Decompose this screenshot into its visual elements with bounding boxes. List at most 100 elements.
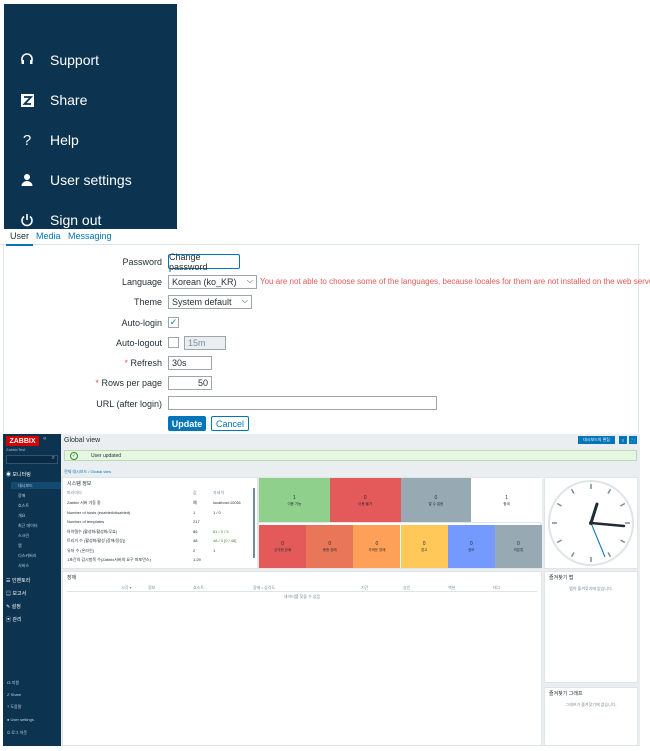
table-cell: 트리거 수 (활성화/활성 [장애/정상]) [67, 538, 126, 543]
problems-by-severity-widget: 0 심각한 장애 0 중증 장애 0 가벼운 장애 0 경고 0 정보 0 미분류 [258, 522, 542, 569]
breadcrumb[interactable]: 전체 대시보드 / Global view [64, 469, 111, 475]
menu-item-label: Help [50, 132, 79, 148]
sidebar-item-help[interactable]: ? 도움말 [7, 704, 21, 710]
table-row: Zabbix 서버 가동 중 예 localhost:10051 [67, 500, 253, 507]
table-cell: 1초간의 감시항목 수(Zabbix서버의 요구 퍼포먼스) [67, 557, 151, 562]
rows-per-page-input[interactable]: 50 [168, 376, 212, 390]
fullscreen-icon[interactable]: ⛶ [629, 436, 637, 444]
sidebar-item-inventory[interactable]: ☰ 인벤토리 [6, 577, 30, 584]
severity-tile[interactable]: 0 미분류 [494, 525, 542, 568]
menu-item-label: Share [50, 92, 88, 108]
required-mark: * [95, 378, 99, 388]
table-header: 파라미터 값 자세히 [67, 490, 225, 495]
user-settings-form: Password Change password Language Korean… [3, 245, 650, 433]
autologin-checkbox[interactable]: ✓ [168, 317, 179, 328]
scrollbar[interactable] [253, 488, 255, 558]
tile-label: 합계 [503, 501, 510, 506]
tile-count: 0 [469, 540, 473, 547]
host-availability-tile[interactable]: 1 이용 가능 [259, 478, 330, 523]
table-cell: 예 [193, 500, 197, 505]
refresh-input[interactable]: 30s [168, 356, 212, 370]
server-name: ZabbixTest [6, 447, 26, 452]
tile-label: 정보 [468, 547, 475, 552]
chevron-down-icon: ⌵ [241, 296, 248, 305]
sidebar-item-reports[interactable]: ▤ 보고서 [6, 590, 26, 597]
tab-messaging[interactable]: Messaging [68, 231, 112, 241]
widget-title: 장애 [67, 575, 77, 581]
tab-media[interactable]: Media [36, 231, 61, 241]
sidebar-item-services[interactable]: 서비스 [18, 563, 29, 569]
power-icon [18, 211, 36, 229]
sidebar-item-screens[interactable]: 스크린 [18, 533, 29, 539]
success-message-text: User updated [91, 453, 122, 459]
severity-tile[interactable]: 0 경고 [400, 525, 448, 568]
sidebar-item-overview[interactable]: 개요 [18, 513, 25, 519]
cancel-button[interactable]: Cancel [211, 416, 249, 431]
tile-count: 0 [517, 540, 520, 547]
table-row: 유저 수 (온라인) 2 1 [67, 548, 253, 555]
table-cell: 1 [193, 509, 196, 515]
sidebar-item-hosts[interactable]: 호스트 [18, 503, 29, 509]
sidebar-item-administration[interactable]: ▣ 관리 [6, 616, 22, 623]
edit-dashboard-button[interactable]: 대시보드의 편집 [578, 436, 615, 444]
update-button[interactable]: Update [168, 416, 206, 431]
host-availability-tile[interactable]: 0 이용 불가 [329, 478, 401, 523]
sidebar-item-dashboard[interactable]: 대시보드 [18, 483, 33, 489]
menu-item-label: Support [50, 52, 100, 68]
table-cell: Zabbix 서버 가동 중 [67, 500, 101, 505]
severity-tile[interactable]: 0 중증 장애 [306, 525, 354, 568]
autologout-checkbox[interactable] [168, 337, 179, 348]
menu-item-support[interactable]: Support [4, 42, 177, 78]
table-row: 트리거 수 (활성화/활성 [장애/정상]) 48 48 / 0 [0 / 48] [67, 538, 253, 545]
widget-title: 즐겨찾기 맵 [549, 575, 574, 581]
table-cell: 81 / 0 / 5 [213, 528, 229, 534]
table-cell: 86 [193, 528, 198, 534]
empty-message: 데이터를 찾을 수 없음 [283, 594, 321, 599]
menu-item-share[interactable]: Share [4, 82, 177, 118]
tab-user[interactable]: User [5, 231, 34, 246]
theme-label: Theme [133, 297, 162, 307]
table-cell: 1 / 0 [213, 509, 221, 515]
tile-count: 0 [328, 540, 332, 547]
sidebar-item-support[interactable]: ☊ 지원 [7, 680, 19, 686]
theme-select[interactable]: System default ⌵ [168, 295, 252, 309]
sidebar-item-sign-out[interactable]: ⏻ 로그 아웃 [7, 730, 27, 736]
language-warning: You are not able to choose some of the l… [260, 277, 650, 286]
sidebar-item-problems[interactable]: 장애 [18, 493, 25, 499]
collapse-icon[interactable]: « [43, 436, 46, 442]
tile-label: 심각한 장애 [274, 547, 292, 552]
user-menu-panel: Support Share ? Help User settings Sign … [4, 4, 177, 229]
change-password-button[interactable]: Change password [168, 252, 240, 272]
url-input[interactable] [168, 396, 437, 410]
severity-tile[interactable]: 0 심각한 장애 [259, 525, 307, 568]
language-label: Language [121, 277, 162, 287]
tile-count: 0 [363, 494, 367, 501]
sidebar-item-maps[interactable]: 맵 [18, 543, 22, 549]
zabbix-dashboard: ZABBIX « ZabbixTest ⌕ ◉ 모니터링 대시보드 장애 호스트… [3, 434, 640, 746]
url-label: URL (after login) [96, 399, 162, 409]
theme-value: System default [172, 297, 232, 307]
sidebar-item-user-settings[interactable]: ● User settings [7, 717, 34, 722]
menu-item-help[interactable]: ? Help [4, 122, 177, 158]
sidebar-item-latest-data[interactable]: 최근 데이터 [18, 523, 38, 529]
sidebar-search-input[interactable]: ⌕ [6, 455, 58, 464]
table-cell: Number of templates [67, 519, 105, 524]
severity-tile[interactable]: 0 가벼운 장애 [353, 525, 401, 568]
required-mark: * [124, 358, 128, 368]
sidebar-item-configuration[interactable]: ✎ 설정 [6, 603, 21, 610]
sidebar-item-monitoring[interactable]: ◉ 모니터링 [6, 471, 31, 478]
sidebar-item-discovery[interactable]: 디스커버리 [18, 553, 36, 559]
menu-icon[interactable]: ≡ [619, 436, 627, 444]
host-availability-tile[interactable]: 0알 수 없음 [400, 478, 472, 523]
tile-count: 0 [281, 540, 284, 547]
menu-item-user-settings[interactable]: User settings [4, 162, 177, 198]
table-row: 1초간의 감시항목 수(Zabbix서버의 요구 퍼포먼스) 1.29 [67, 557, 253, 564]
table-cell: 217 [193, 519, 200, 524]
severity-tile[interactable]: 0 정보 [447, 525, 495, 568]
password-label: Password [122, 257, 162, 267]
language-select[interactable]: Korean (ko_KR) ⌵ [168, 275, 257, 289]
tile-count: 0 [422, 540, 426, 547]
host-availability-tile[interactable]: 1 합계 [471, 478, 542, 523]
sidebar-item-share[interactable]: Z Share [7, 692, 21, 697]
favorite-maps-widget: 즐겨찾기 맵 맵이 즐겨찾기에 없습니다. [544, 571, 638, 683]
